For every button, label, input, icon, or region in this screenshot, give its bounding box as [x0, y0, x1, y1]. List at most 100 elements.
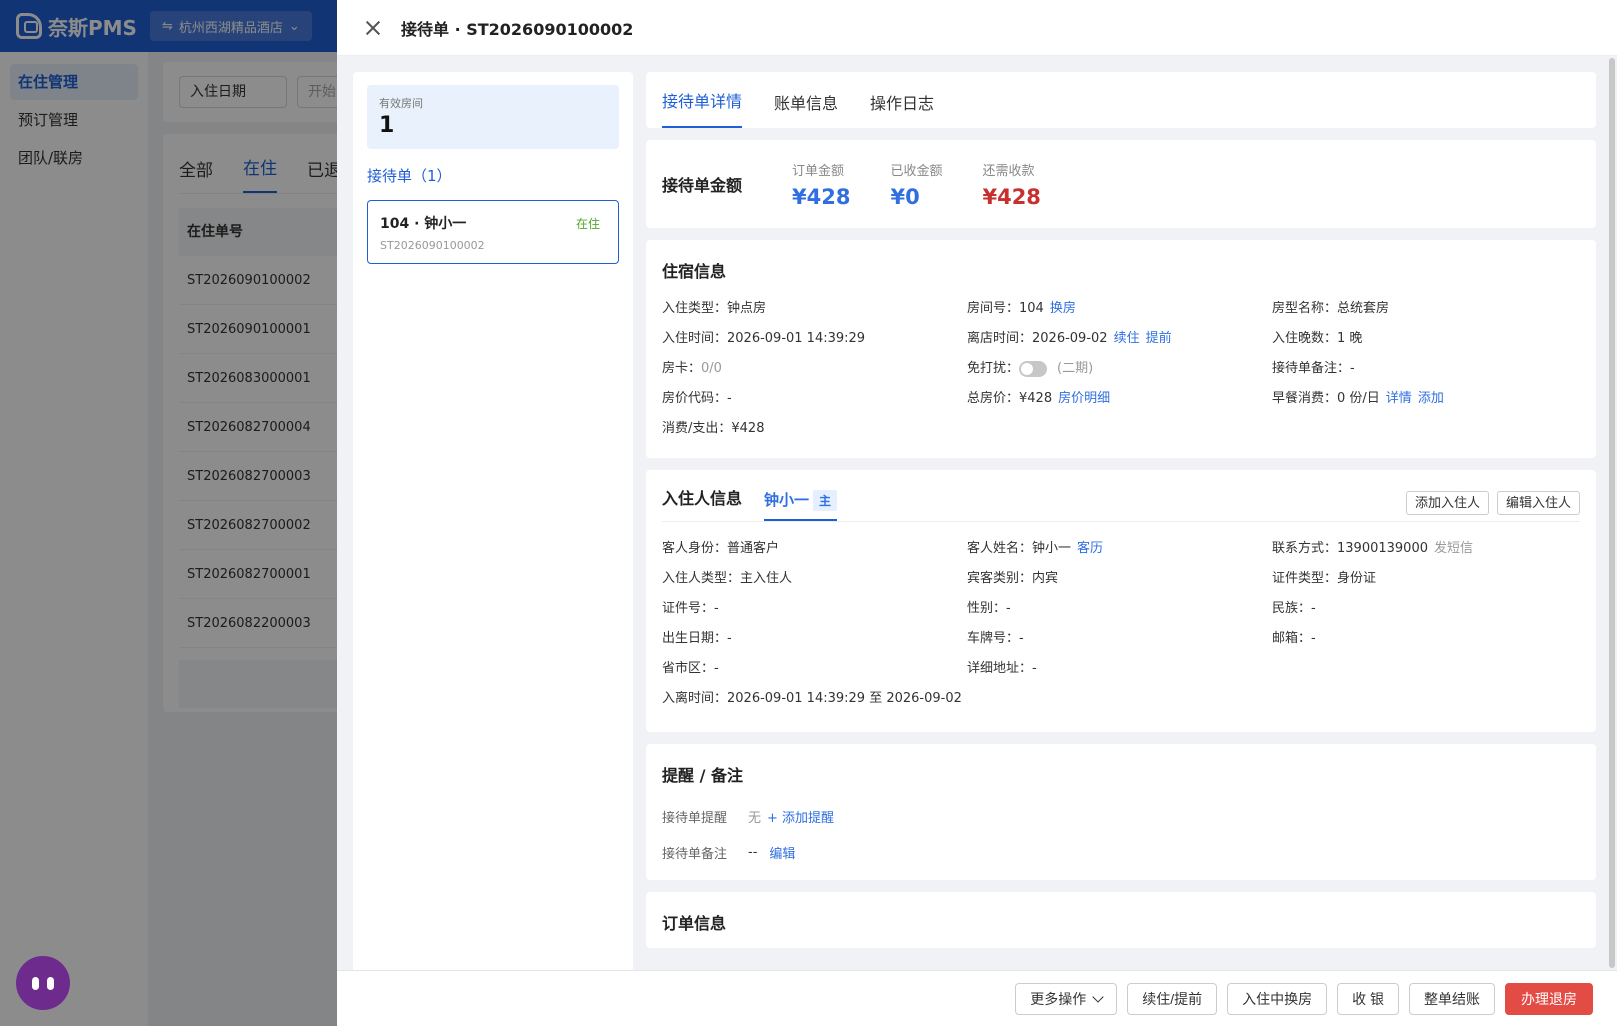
address: 详细地址：-	[967, 661, 1037, 676]
edit-remark-link[interactable]: 编辑	[769, 843, 795, 862]
remark-row: 接待单备注 -- 编辑	[662, 834, 1580, 870]
drawer-header: 接待单 · ST2026090100002	[337, 0, 1617, 56]
add-guest-button[interactable]: 添加入住人	[1405, 491, 1489, 515]
dnd-label: 免打扰：	[967, 361, 1020, 376]
consumption: 消费/支出：¥428	[662, 421, 765, 436]
main-guest-badge: 主	[813, 490, 838, 511]
breakfast-detail-link[interactable]: 详情	[1386, 391, 1412, 406]
extend-advance-button[interactable]: 续住/提前	[1127, 982, 1218, 1015]
guest-tab-name: 钟小一	[764, 491, 810, 509]
detail-column: 接待单详情 账单信息 操作日志 接待单金额 订单金额 ¥428 已收金额 ¥0 …	[646, 72, 1596, 960]
remark-value: --	[748, 844, 758, 860]
edit-guest-button[interactable]: 编辑入住人	[1496, 491, 1580, 515]
remark-label: 接待单备注	[662, 846, 728, 862]
guest-contact: 联系方式：13900139000 发短信	[1272, 534, 1572, 564]
dnd-note: (二期)	[1057, 361, 1094, 376]
checkin-time: 入住时间：2026-09-01 14:39:29	[662, 331, 866, 346]
extend-link[interactable]: 续住	[1114, 331, 1140, 346]
guest-name-text: 客人姓名：钟小一	[967, 541, 1072, 556]
amount-title: 接待单金额	[662, 176, 743, 195]
do-not-disturb: 免打扰： (二期)	[967, 354, 1272, 384]
due-amount-value: ¥428	[982, 184, 1041, 209]
chevron-down-icon	[1092, 990, 1104, 1003]
guest-name: 客人姓名：钟小一 客历	[967, 534, 1272, 564]
order-amount-label: 订单金额	[792, 163, 845, 179]
tab-receipt-detail[interactable]: 接待单详情	[662, 88, 743, 128]
breakfast: 早餐消费：0 份/日 详情 添加	[1272, 384, 1572, 414]
tab-bill-info[interactable]: 账单信息	[774, 90, 838, 128]
close-icon[interactable]	[365, 20, 381, 36]
room-card-label: 房卡：	[662, 361, 702, 376]
eye-icon	[32, 976, 39, 990]
received-amount-label: 已收金额	[890, 163, 943, 179]
valid-rooms-label: 有效房间	[379, 97, 423, 110]
birth-date: 出生日期：-	[662, 631, 732, 646]
settle-button[interactable]: 整单结账	[1409, 982, 1495, 1015]
dnd-toggle[interactable]	[1019, 360, 1048, 377]
receipt-drawer: 接待单 · ST2026090100002 有效房间 1 接待单（1） 104 …	[337, 0, 1617, 1026]
email: 邮箱：-	[1272, 631, 1316, 646]
plate-number: 车牌号：-	[967, 631, 1024, 646]
notes-title: 提醒 / 备注	[662, 766, 743, 785]
cashier-button[interactable]: 收 银	[1337, 982, 1399, 1015]
guest-tab[interactable]: 钟小一主	[764, 489, 838, 521]
breakfast-text: 早餐消费：0 份/日	[1272, 391, 1380, 406]
order-info-card: 订单信息	[646, 892, 1596, 948]
receipt-card[interactable]: 104 · 钟小一 ST2026090100002 在住	[367, 200, 619, 264]
eye-icon	[47, 976, 54, 990]
scrollbar[interactable]	[1609, 58, 1615, 968]
received-amount: 已收金额 ¥0	[890, 160, 942, 209]
tab-operation-log[interactable]: 操作日志	[870, 90, 934, 128]
add-reminder-link[interactable]: + 添加提醒	[767, 807, 834, 826]
advance-link[interactable]: 提前	[1146, 331, 1172, 346]
room-number-text: 房间号：104	[967, 301, 1044, 316]
room-card-value: 0/0	[701, 361, 722, 376]
room-card: 房卡：0/0	[662, 354, 967, 384]
checkout-time-text: 离店时间：2026-09-02	[967, 331, 1108, 346]
due-amount-label: 还需收款	[982, 163, 1035, 179]
order-amount-value: ¥428	[792, 184, 851, 209]
ethnicity: 民族：-	[1272, 601, 1316, 616]
checkout-button[interactable]: 办理退房	[1505, 982, 1593, 1015]
guest-info-title: 入住人信息	[662, 489, 743, 508]
more-actions-label: 更多操作	[1030, 990, 1087, 1007]
reminder-value: 无	[748, 810, 762, 826]
guest-identity: 客人身份：普通客户	[662, 541, 780, 556]
room-number: 房间号：104 换房	[967, 294, 1272, 324]
guest-category: 宾客类别：内宾	[967, 571, 1059, 586]
drawer-title: 接待单 · ST2026090100002	[401, 19, 634, 39]
stay-info-grid: 入住类型：钟点房 房间号：104 换房 房型名称：总统套房 入住时间：2026-0…	[662, 294, 1580, 444]
stay-period: 入离时间：2026-09-01 14:39:29 至 2026-09-02	[662, 691, 962, 706]
received-amount-value: ¥0	[890, 184, 920, 209]
change-room-button[interactable]: 入住中换房	[1227, 982, 1328, 1015]
guest-history-link[interactable]: 客历	[1077, 541, 1103, 556]
stay-info-card: 住宿信息 入住类型：钟点房 房间号：104 换房 房型名称：总统套房 入住时间：2…	[646, 240, 1596, 458]
more-actions-button[interactable]: 更多操作	[1015, 982, 1118, 1015]
rate-detail-link[interactable]: 房价明细	[1058, 391, 1110, 406]
detail-tabs: 接待单详情 账单信息 操作日志	[646, 72, 1596, 128]
receipt-number: ST2026090100002	[380, 239, 485, 252]
receipts-heading: 接待单（1）	[367, 167, 452, 185]
guest-header: 入住人信息 钟小一主 添加入住人 编辑入住人	[662, 482, 1580, 522]
region: 省市区：-	[662, 661, 719, 676]
chat-assistant-button[interactable]	[16, 956, 70, 1010]
empty-cell	[1272, 654, 1572, 684]
order-amount: 订单金额 ¥428	[792, 160, 850, 209]
stay-info-title: 住宿信息	[662, 262, 727, 281]
checkout-time: 离店时间：2026-09-02 续住 提前	[967, 324, 1272, 354]
receipt-room-guest: 104 · 钟小一	[380, 216, 467, 232]
total-rate-text: 总房价：¥428	[967, 391, 1053, 406]
id-type: 证件类型：身份证	[1272, 571, 1377, 586]
guest-info-card: 入住人信息 钟小一主 添加入住人 编辑入住人 客人身份：普通客户 客人姓名：钟小…	[646, 470, 1596, 732]
checkin-type: 入住类型：钟点房	[662, 301, 767, 316]
valid-rooms-box: 有效房间 1	[367, 85, 619, 149]
change-room-link[interactable]: 换房	[1050, 301, 1076, 316]
receipt-list-panel: 有效房间 1 接待单（1） 104 · 钟小一 ST2026090100002 …	[353, 72, 633, 972]
room-type: 房型名称：总统套房	[1272, 301, 1390, 316]
reminder-row: 接待单提醒 无 + 添加提醒	[662, 798, 1580, 834]
guest-contact-text: 联系方式：13900139000	[1272, 541, 1428, 556]
breakfast-add-link[interactable]: 添加	[1418, 391, 1444, 406]
guest-info-grid: 客人身份：普通客户 客人姓名：钟小一 客历 联系方式：13900139000 发短信…	[662, 534, 1580, 714]
drawer-footer: 更多操作 续住/提前 入住中换房 收 银 整单结账 办理退房	[337, 970, 1617, 1026]
send-sms-link[interactable]: 发短信	[1434, 541, 1473, 556]
